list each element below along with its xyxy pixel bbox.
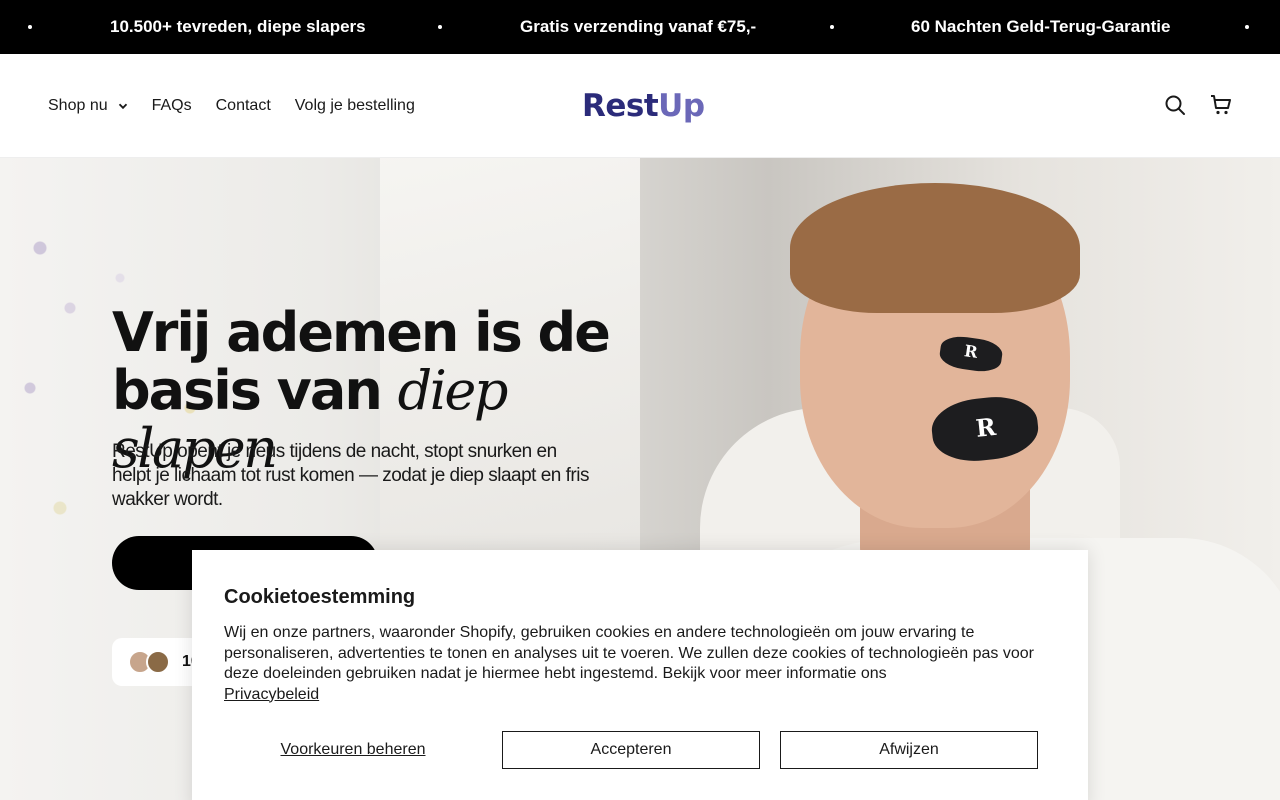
announcement-message: 60 Nachten Geld-Terug-Garantie bbox=[911, 17, 1171, 36]
chevron-down-icon bbox=[118, 103, 127, 110]
bullet-dot bbox=[1245, 25, 1249, 29]
nav-track-order[interactable]: Volg je bestelling bbox=[295, 97, 415, 115]
restup-logo[interactable]: RestUp bbox=[582, 84, 705, 128]
manage-preferences-button[interactable]: Voorkeuren beheren bbox=[224, 731, 482, 769]
hero-person-hair bbox=[790, 183, 1080, 313]
bullet-dot bbox=[28, 25, 32, 29]
nav-contact[interactable]: Contact bbox=[216, 97, 271, 115]
cart-icon[interactable] bbox=[1210, 94, 1232, 116]
cookie-title: Cookietoestemming bbox=[224, 586, 416, 608]
cookie-body: Wij en onze partners, waaronder Shopify,… bbox=[224, 624, 1034, 703]
announcement-message: Gratis verzending vanaf €75,- bbox=[520, 17, 757, 36]
nav-shop-now[interactable]: Shop nu bbox=[48, 97, 128, 115]
announcement-bar: 10.500+ tevreden, diepe slapers Gratis v… bbox=[0, 0, 1280, 54]
privacy-policy-link[interactable]: Privacybeleid bbox=[224, 686, 319, 703]
decline-button[interactable]: Afwijzen bbox=[780, 731, 1038, 769]
header-actions bbox=[1164, 94, 1232, 116]
bullet-dot bbox=[438, 25, 442, 29]
bullet-dot bbox=[830, 25, 834, 29]
accept-button[interactable]: Accepteren bbox=[502, 731, 760, 769]
hero-subtitle: RestUp opent je neus tijdens de nacht, s… bbox=[112, 441, 589, 510]
main-nav: Shop nu FAQs Contact Volg je bestelling bbox=[48, 54, 415, 158]
nav-label: Shop nu bbox=[48, 97, 108, 114]
cookie-actions: Voorkeuren beheren Accepteren Afwijzen bbox=[224, 731, 1038, 769]
avatar bbox=[146, 650, 170, 674]
nav-faqs[interactable]: FAQs bbox=[152, 97, 192, 115]
search-icon[interactable] bbox=[1164, 94, 1186, 116]
announcement-message: 10.500+ tevreden, diepe slapers bbox=[110, 17, 366, 36]
cookie-consent-banner: Cookietoestemming Wij en onze partners, … bbox=[192, 550, 1088, 800]
logo-text: RestUp bbox=[582, 88, 705, 124]
site-header: Shop nu FAQs Contact Volg je bestelling … bbox=[0, 54, 1280, 158]
